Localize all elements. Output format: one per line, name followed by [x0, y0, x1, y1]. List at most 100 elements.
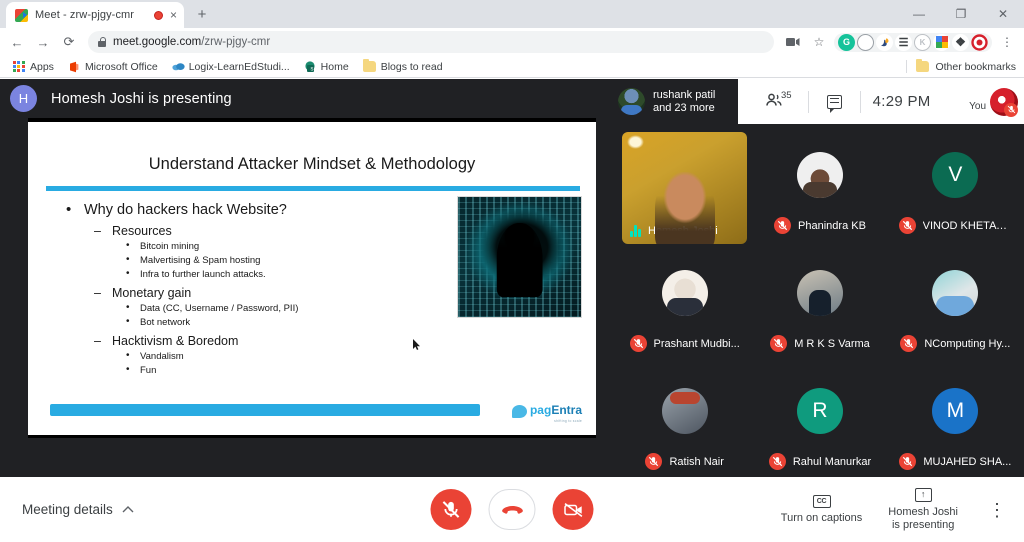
- slide-section-heading: Monetary gain: [62, 286, 442, 300]
- site-lock-icon: [98, 37, 106, 47]
- cloud-icon: [172, 61, 184, 73]
- google-meet-app: H Homesh Joshi is presenting Understand …: [0, 79, 1024, 542]
- other-bookmarks-folder-icon: [916, 61, 929, 72]
- bookmark-label: Microsoft Office: [85, 61, 158, 73]
- new-tab-button[interactable]: +: [192, 4, 212, 24]
- profile-avatar-icon[interactable]: [971, 34, 988, 51]
- slide-footer-bar: [50, 404, 480, 416]
- bookmark-star-icon[interactable]: ☆: [808, 31, 830, 53]
- tab-strip: Meet - zrw-pjgy-cmr × + — ❐ ✕: [0, 0, 1024, 28]
- other-bookmarks-section[interactable]: Other bookmarks: [906, 60, 1016, 73]
- mic-off-icon: [774, 217, 791, 234]
- other-bookmarks-label: Other bookmarks: [935, 61, 1016, 73]
- participant-tile-ncomputing-hy[interactable]: NComputing Hy...: [893, 250, 1018, 362]
- window-controls: — ❐ ✕: [898, 0, 1024, 28]
- slide-body: Why do hackers hack Website? Resources B…: [62, 202, 442, 379]
- k-extension-icon[interactable]: K: [914, 34, 931, 51]
- self-view-indicator[interactable]: You: [969, 88, 1024, 116]
- tab-close-icon[interactable]: ×: [170, 9, 177, 21]
- slide-sub-bullet: Fun: [62, 365, 442, 376]
- participant-count: 35: [781, 90, 792, 101]
- mic-off-icon: [630, 335, 647, 352]
- camera-off-button[interactable]: [553, 489, 594, 530]
- more-options-button[interactable]: ⋮: [984, 501, 1010, 519]
- active-speaker-name: rushank patil: [653, 89, 715, 102]
- participant-tile-mujahed-sha[interactable]: M MUJAHED SHA...: [893, 368, 1018, 480]
- turn-on-captions-button[interactable]: CC Turn on captions: [781, 495, 863, 525]
- participant-tile-vinod-khetaw[interactable]: V VINOD KHETAW...: [893, 132, 1018, 244]
- window-minimize-button[interactable]: —: [898, 0, 940, 28]
- bookmarks-bar: Apps Microsoft Office Logix-LearnEdStudi…: [0, 56, 1024, 78]
- participant-tile-prashant-mudbi[interactable]: Prashant Mudbi...: [622, 250, 747, 362]
- circle-extension-icon[interactable]: [857, 34, 874, 51]
- participant-avatar: [797, 270, 843, 316]
- bookmark-blogs-to-read[interactable]: Blogs to read: [357, 59, 449, 75]
- show-everyone-button[interactable]: 35: [752, 93, 808, 111]
- back-button[interactable]: ←: [6, 31, 28, 53]
- participant-avatar: [797, 152, 843, 198]
- participant-tile-phanindra-kb[interactable]: Phanindra KB: [757, 132, 882, 244]
- honey-extension-icon[interactable]: [876, 34, 893, 51]
- captions-icon: CC: [813, 495, 831, 508]
- participant-avatar: V: [932, 152, 978, 198]
- chat-button[interactable]: [809, 95, 860, 109]
- pagentra-logo: pagEntra shifting to scale: [512, 401, 582, 423]
- slide-sub-bullet: Bot network: [62, 317, 442, 328]
- sharepoint-icon: s: [304, 61, 316, 73]
- participant-label-row: Phanindra KB: [757, 217, 882, 234]
- window-maximize-button[interactable]: ❐: [940, 0, 982, 28]
- meeting-time: 4:29 PM: [861, 93, 943, 110]
- self-avatar: [990, 88, 1018, 116]
- bookmark-apps[interactable]: Apps: [7, 59, 60, 75]
- participant-name: Ratish Nair: [669, 456, 723, 468]
- bookmarks-divider: [906, 60, 907, 73]
- participant-label-row: Prashant Mudbi...: [622, 335, 747, 352]
- meeting-details-button[interactable]: Meeting details: [22, 502, 134, 517]
- mic-off-icon: [899, 453, 916, 470]
- hangup-button[interactable]: [489, 489, 536, 530]
- participant-tile-homesh-joshi[interactable]: Homesh Joshi: [622, 132, 747, 244]
- participant-name: Homesh Joshi: [648, 225, 718, 237]
- participant-avatar: M: [932, 388, 978, 434]
- bookmark-logix-learnedstudio[interactable]: Logix-LearnEdStudi...: [166, 59, 296, 75]
- bookmark-home[interactable]: s Home: [298, 59, 355, 75]
- chrome-menu-icon[interactable]: ⋮: [996, 31, 1018, 53]
- tab-recording-indicator-icon: [154, 11, 163, 20]
- slide-sub-bullet: Vandalism: [62, 351, 442, 362]
- cast-icon[interactable]: [782, 31, 804, 53]
- grammarly-extension-icon[interactable]: G: [838, 34, 855, 51]
- slide-section-heading: Hacktivism & Boredom: [62, 334, 442, 348]
- participant-name: MUJAHED SHA...: [923, 456, 1011, 468]
- slide-section-heading: Resources: [62, 224, 442, 238]
- mic-off-button[interactable]: [431, 489, 472, 530]
- participant-tile-rahul-manurkar[interactable]: R Rahul Manurkar: [757, 368, 882, 480]
- svg-text:s: s: [310, 66, 313, 72]
- participant-tile-m-r-k-s-varma[interactable]: M R K S Varma: [757, 250, 882, 362]
- presentation-slide: Understand Attacker Mindset & Methodolog…: [28, 122, 596, 435]
- slide-main-bullet: Why do hackers hack Website?: [62, 202, 442, 218]
- active-speaker-chip[interactable]: rushank patil and 23 more: [608, 79, 738, 124]
- present-status-text: is presenting: [888, 519, 958, 532]
- participant-tile-ratish-nair[interactable]: Ratish Nair: [622, 368, 747, 480]
- meeting-controls-bar: Meeting details CC Turn o: [0, 477, 1024, 542]
- present-screen-icon: ↑: [915, 488, 932, 502]
- mic-off-icon: [769, 453, 786, 470]
- forward-button[interactable]: →: [32, 31, 54, 53]
- reload-button[interactable]: ⟳: [58, 31, 80, 53]
- present-now-button[interactable]: ↑ Homesh Joshi is presenting: [888, 488, 958, 532]
- window-close-button[interactable]: ✕: [982, 0, 1024, 28]
- browser-tab-meet[interactable]: Meet - zrw-pjgy-cmr ×: [6, 2, 184, 28]
- list-extension-icon[interactable]: ☰: [895, 34, 912, 51]
- shared-screen-frame[interactable]: Understand Attacker Mindset & Methodolog…: [28, 118, 596, 438]
- bookmark-microsoft-office[interactable]: Microsoft Office: [62, 59, 164, 75]
- presenter-avatar: H: [10, 85, 37, 112]
- participant-name: Rahul Manurkar: [793, 456, 871, 468]
- photos-extension-icon[interactable]: [933, 34, 950, 51]
- kebab-menu-icon: ⋮: [988, 501, 1006, 519]
- you-label: You: [969, 101, 986, 116]
- puzzle-extensions-icon[interactable]: ❖: [952, 34, 969, 51]
- slide-title-rule: [46, 186, 580, 191]
- slide-sub-bullet: Data (CC, Username / Password, PII): [62, 303, 442, 314]
- participant-name: Phanindra KB: [798, 220, 866, 232]
- address-bar[interactable]: meet.google.com/zrw-pjgy-cmr: [88, 31, 774, 53]
